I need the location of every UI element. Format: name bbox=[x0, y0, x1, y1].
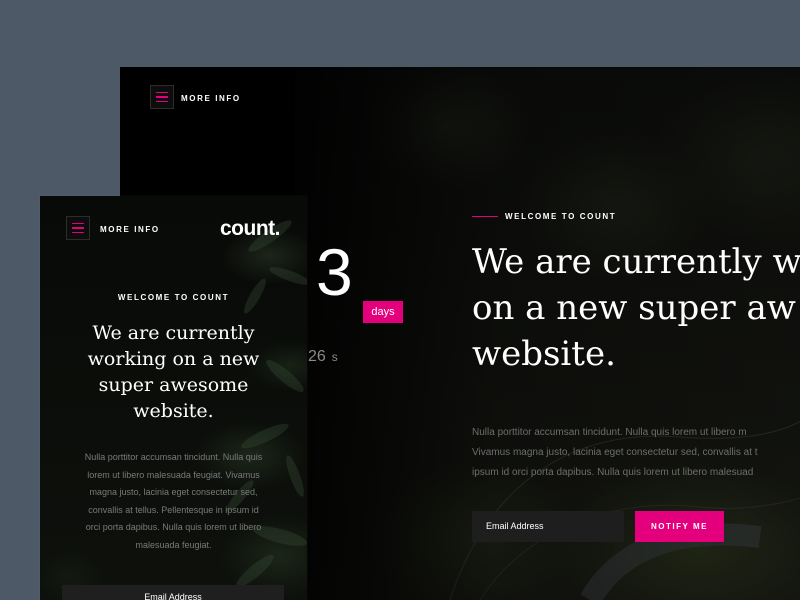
heading-line: website. bbox=[472, 334, 616, 374]
countdown-seconds-unit: s bbox=[331, 350, 338, 364]
heading-line: We are currently bbox=[92, 322, 255, 344]
description-line: convallis at tellus. Pellentesque in ips… bbox=[88, 504, 259, 515]
hamburger-menu-icon bbox=[156, 91, 168, 94]
description-line: lorem ut libero malesuada feugiat. Vivam… bbox=[87, 469, 260, 480]
heading-line: website. bbox=[133, 400, 214, 422]
notify-me-button[interactable]: NOTIFY ME bbox=[635, 511, 724, 542]
countdown-days-number: 3 bbox=[316, 235, 353, 309]
heading-line: working on a new bbox=[87, 348, 260, 370]
description-line: malesuada feugiat. bbox=[135, 539, 212, 550]
hamburger-menu-icon bbox=[72, 222, 84, 225]
countdown-days-badge: days bbox=[363, 301, 403, 323]
description-text: Nulla porttitor accumsan tincidunt. Null… bbox=[58, 449, 289, 555]
email-field[interactable]: Email Address bbox=[62, 585, 284, 600]
hamburger-menu-button[interactable] bbox=[66, 216, 90, 240]
page-heading: We are currently working on a new super … bbox=[54, 320, 293, 424]
count-logo[interactable]: count. bbox=[220, 217, 281, 241]
heading-line: super awesome bbox=[98, 374, 249, 396]
welcome-label: WELCOME TO COUNT bbox=[505, 212, 617, 221]
page-heading: We are currently w on a new super aw web… bbox=[472, 239, 800, 377]
description-text: Nulla porttitor accumsan tincidunt. Null… bbox=[472, 423, 800, 483]
heading-line: We are currently w bbox=[472, 242, 800, 282]
more-info-link[interactable]: MORE INFO bbox=[100, 225, 160, 234]
heading-line: on a new super aw bbox=[472, 288, 796, 328]
mobile-preview: MORE INFO count. WELCOME TO COUNT We are… bbox=[40, 196, 307, 600]
description-line: Nulla porttitor accumsan tincidunt. Null… bbox=[472, 427, 747, 438]
welcome-accent-line bbox=[472, 216, 498, 217]
countdown-seconds: 26 s bbox=[308, 348, 338, 366]
hamburger-menu-button[interactable] bbox=[150, 85, 174, 109]
more-info-link[interactable]: MORE INFO bbox=[181, 94, 241, 103]
welcome-label: WELCOME TO COUNT bbox=[117, 293, 230, 302]
email-field[interactable]: Email Address bbox=[472, 511, 624, 542]
description-line: Nulla porttitor accumsan tincidunt. Null… bbox=[84, 452, 263, 462]
description-line: magna justo, lacinia eget consectetur se… bbox=[89, 487, 258, 498]
description-line: orci porta dapibus. Nulla quis lorem ut … bbox=[85, 522, 262, 533]
description-line: ipsum id orci porta dapibus. Nulla quis … bbox=[472, 467, 754, 478]
description-line: Vivamus magna justo, lacinia eget consec… bbox=[472, 447, 758, 458]
countdown-seconds-number: 26 bbox=[308, 348, 326, 365]
